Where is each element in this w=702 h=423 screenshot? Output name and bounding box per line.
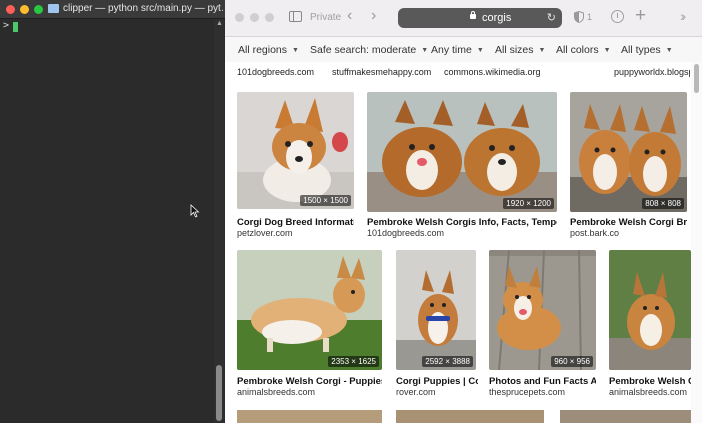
shield-icon[interactable]	[574, 11, 584, 23]
result-title[interactable]: Pembroke Welsh Co	[609, 376, 691, 387]
caret-down-icon: ▼	[292, 47, 299, 54]
tracker-count: 1	[587, 12, 593, 22]
image-result-thumbnail[interactable]	[237, 410, 382, 423]
result-source[interactable]: stuffmakesmehappy.com	[332, 67, 436, 77]
results-scrollbar[interactable]	[691, 62, 702, 423]
sidebar-toggle-icon[interactable]	[289, 11, 302, 22]
result-source[interactable]: 101dogbreeds.com	[237, 67, 332, 77]
result-title[interactable]: Pembroke Welsh Corgi - Puppies, R…	[237, 376, 382, 387]
filter-colors[interactable]: All colors ▼	[556, 44, 611, 56]
filter-label: Any time	[431, 44, 472, 56]
results-scrollbar-thumb[interactable]	[694, 64, 699, 93]
image-result-thumbnail[interactable]: 960 × 956	[489, 250, 596, 370]
scroll-up-arrow-icon[interactable]: ▲	[216, 20, 223, 27]
folder-icon	[48, 4, 59, 13]
image-dimensions: 1500 × 1500	[300, 195, 351, 206]
lock-icon	[470, 11, 476, 19]
image-result-thumbnail[interactable]: 1920 × 1200	[367, 92, 557, 212]
private-label: Private	[310, 12, 342, 23]
result-source[interactable]: puppyworldx.blogsp	[614, 67, 690, 77]
text-cursor	[13, 22, 18, 32]
result-site[interactable]: thesprucepets.com	[489, 387, 596, 397]
caret-down-icon: ▼	[476, 47, 484, 54]
close-window-button[interactable]	[6, 5, 15, 14]
image-dimensions: 1920 × 1200	[503, 198, 554, 209]
browser-toolbar: Private ‹ › corgis ↻ 1 + ››	[225, 0, 702, 37]
image-result-thumbnail[interactable]: 808 × 808	[570, 92, 687, 212]
image-result-thumbnail[interactable]: 2353 × 1625	[237, 250, 382, 370]
image-result-thumbnail[interactable]: 1500 × 1500	[237, 92, 354, 209]
filter-label: Safe search: moderate	[310, 44, 417, 56]
filter-label: All colors	[556, 44, 599, 56]
new-tab-plus-icon[interactable]: +	[635, 5, 646, 27]
address-bar[interactable]: corgis ↻	[398, 8, 562, 28]
result-source[interactable]: commons.wikimedia.org	[444, 67, 569, 77]
terminal-prompt: >	[3, 20, 10, 31]
image-result-thumbnail[interactable]	[609, 250, 691, 370]
terminal-output[interactable]: >	[0, 19, 214, 423]
terminal-scrollbar-thumb[interactable]	[216, 365, 222, 421]
zoom-window-button[interactable]	[34, 5, 43, 14]
result-title[interactable]: Photos and Fun Facts Ab…	[489, 376, 596, 387]
filter-time[interactable]: Any time ▼	[431, 44, 484, 56]
corgi-image	[396, 250, 476, 370]
minimize-window-button[interactable]	[250, 13, 259, 22]
download-icon[interactable]	[611, 10, 624, 23]
zoom-window-button[interactable]	[265, 13, 274, 22]
mouse-pointer-icon	[190, 204, 200, 218]
corgi-image	[570, 92, 687, 212]
address-text: corgis	[482, 12, 512, 24]
corgi-image	[237, 250, 382, 370]
filter-safe-search[interactable]: Safe search: moderate ▼	[310, 44, 428, 56]
image-dimensions: 2353 × 1625	[328, 356, 379, 367]
filter-sizes[interactable]: All sizes ▼	[495, 44, 545, 56]
caret-down-icon: ▼	[538, 47, 546, 54]
filter-regions[interactable]: All regions ▼	[238, 44, 299, 56]
terminal-window: clipper — python src/main.py — pyt… > ▲	[0, 0, 226, 423]
result-site[interactable]: animalsbreeds.com	[609, 387, 691, 397]
image-result-thumbnail[interactable]: 2592 × 3888	[396, 250, 476, 370]
caret-down-icon: ▼	[665, 47, 673, 54]
image-results: 101dogbreeds.com stuffmakesmehappy.com c…	[225, 62, 691, 423]
corgi-image	[609, 250, 691, 370]
terminal-title: clipper — python src/main.py — pyt…	[63, 3, 223, 14]
corgi-image	[237, 92, 354, 209]
reload-icon[interactable]: ↻	[547, 11, 556, 24]
caret-down-icon: ▼	[603, 47, 611, 54]
image-result-thumbnail[interactable]	[560, 410, 691, 423]
filter-label: All regions	[238, 44, 288, 56]
image-dimensions: 960 × 956	[551, 356, 593, 367]
terminal-titlebar: clipper — python src/main.py — pyt…	[0, 0, 225, 19]
image-dimensions: 2592 × 3888	[422, 356, 473, 367]
result-site[interactable]: post.bark.co	[570, 228, 687, 238]
result-site[interactable]: rover.com	[396, 387, 478, 397]
result-title[interactable]: Pembroke Welsh Corgi Bree…	[570, 217, 687, 228]
back-arrow-icon[interactable]: ‹	[347, 7, 352, 25]
corgi-image	[489, 250, 596, 370]
image-dimensions: 808 × 808	[642, 198, 684, 209]
browser-window: Private ‹ › corgis ↻ 1 + ›› All regions ▼…	[225, 0, 702, 423]
result-title[interactable]: Corgi Puppies | Co…	[396, 376, 478, 387]
search-filter-bar: All regions ▼ Safe search: moderate ▼ Any …	[225, 37, 702, 63]
result-site[interactable]: petzlover.com	[237, 228, 354, 238]
filter-label: All sizes	[495, 44, 534, 56]
corgi-image	[367, 92, 557, 212]
filter-types[interactable]: All types ▼	[621, 44, 673, 56]
minimize-window-button[interactable]	[20, 5, 29, 14]
result-site[interactable]: animalsbreeds.com	[237, 387, 382, 397]
close-window-button[interactable]	[235, 13, 244, 22]
image-result-thumbnail[interactable]	[396, 410, 544, 423]
terminal-scrollbar[interactable]	[214, 19, 224, 423]
result-title[interactable]: Corgi Dog Breed Informatio…	[237, 217, 354, 228]
overflow-chevrons-icon[interactable]: ››	[680, 8, 687, 24]
result-site[interactable]: 101dogbreeds.com	[367, 228, 557, 238]
result-title[interactable]: Pembroke Welsh Corgis Info, Facts, Tempe…	[367, 217, 557, 228]
caret-down-icon: ▼	[421, 47, 429, 54]
filter-label: All types	[621, 44, 661, 56]
forward-arrow-icon[interactable]: ›	[371, 7, 376, 25]
